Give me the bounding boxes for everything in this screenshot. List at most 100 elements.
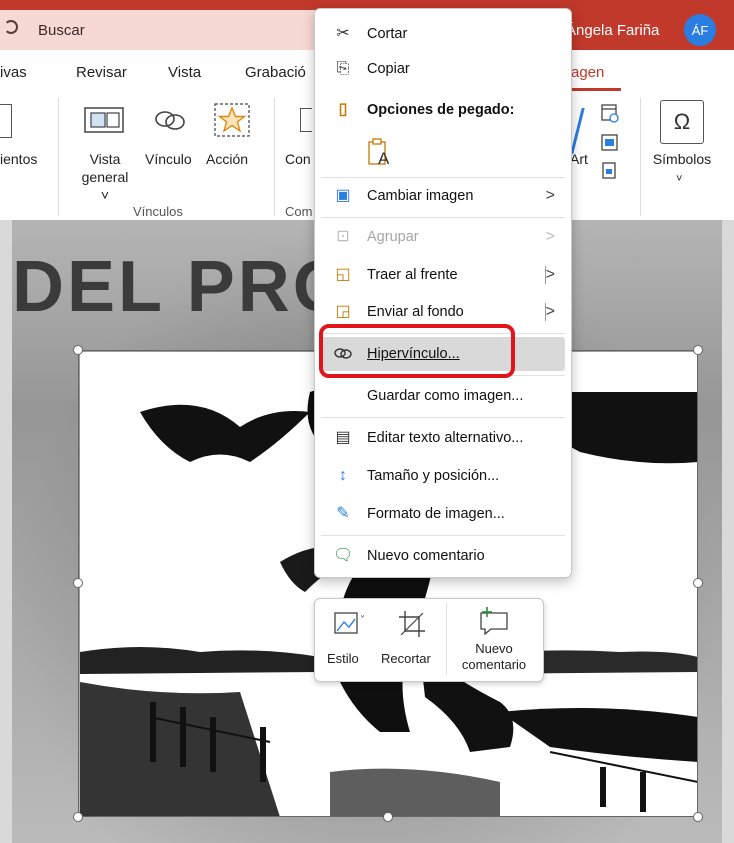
menu-item-label: Opciones de pegado: <box>367 102 515 118</box>
resize-handle-bottom-right[interactable] <box>693 812 703 822</box>
btn-comentarios-label[interactable]: ientos <box>0 150 37 168</box>
menu-item-formato-imagen[interactable]: ✎ Formato de imagen... <box>321 497 565 531</box>
resize-handle-middle-right[interactable] <box>693 578 703 588</box>
submenu-arrow-icon[interactable]: > <box>546 303 555 321</box>
paste-options-icon: ▯ <box>338 101 348 118</box>
group-separator <box>274 98 275 216</box>
submenu-arrow-icon: > <box>545 187 555 204</box>
highlight-annotation <box>319 324 515 378</box>
tab-formato-imagen[interactable]: agen <box>571 64 604 81</box>
avatar[interactable]: ÁF <box>684 14 716 46</box>
comment-panel-icon <box>0 104 12 138</box>
menu-item-agrupar: ⊡ Agrupar > <box>321 220 565 254</box>
copy-icon: ⎘ <box>336 60 350 77</box>
menu-item-cortar[interactable]: ✂ Cortar <box>321 17 565 51</box>
svg-text:˅: ˅ <box>360 614 365 626</box>
submenu-arrow-icon: > <box>545 228 555 245</box>
btn-accion[interactable]: Acción <box>206 150 248 168</box>
new-comment-icon: 🗨 <box>333 547 354 564</box>
user-name[interactable]: Ángela Fariña <box>566 10 659 50</box>
btn-wordart-partial[interactable]: Art <box>570 150 588 168</box>
group-separator <box>640 98 641 216</box>
menu-item-opciones-pegado: ▯ Opciones de pegado: <box>321 93 565 127</box>
object-icon <box>602 162 616 179</box>
crop-icon <box>399 611 425 637</box>
search-box[interactable]: Buscar <box>0 10 320 50</box>
resize-handle-top-right[interactable] <box>693 345 703 355</box>
simbolos-dropdown-chevron[interactable]: ˅ <box>676 170 682 188</box>
menu-item-copiar[interactable]: ⎘ Copiar <box>321 52 565 86</box>
btn-vista-general-line1: Vista <box>89 151 121 167</box>
nuevo-comentario-label: Nuevo comentario <box>451 641 537 673</box>
toolbar-separator <box>446 603 447 675</box>
size-position-icon: ↕ <box>339 467 347 484</box>
menu-item-label: Guardar como imagen... <box>367 388 524 404</box>
nuevo-comentario-line1: Nuevo <box>475 641 513 656</box>
menu-item-tamano-posicion[interactable]: ↕ Tamaño y posición... <box>321 459 565 493</box>
tab-transiciones-partial[interactable]: ivas <box>0 64 27 81</box>
search-icon <box>4 20 18 34</box>
menu-item-label: Cambiar imagen <box>367 188 474 204</box>
submenu-arrow-icon[interactable]: > <box>546 266 555 284</box>
menu-item-label: Agrupar <box>367 229 419 245</box>
tab-grabacion[interactable]: Grabació <box>245 64 306 81</box>
paste-text-letter: A <box>378 149 390 168</box>
alt-text-icon: ▤ <box>335 429 351 446</box>
estilo-button[interactable]: ˅ Estilo <box>321 603 381 677</box>
send-back-icon: ◲ <box>335 303 351 320</box>
menu-separator <box>321 177 565 178</box>
slide-title-text[interactable]: DEL PRO <box>12 246 352 328</box>
estilo-label: Estilo <box>327 651 359 666</box>
btn-vista-general-line2: general ˅ <box>81 169 129 203</box>
menu-separator <box>321 217 565 218</box>
menu-item-label: Cortar <box>367 26 408 42</box>
recortar-button[interactable]: Recortar <box>381 603 441 677</box>
group-comentarios-label: Com <box>285 204 313 219</box>
menu-separator <box>321 535 565 536</box>
tab-revisar[interactable]: Revisar <box>76 64 127 81</box>
recortar-label: Recortar <box>381 651 431 666</box>
btn-vista-general[interactable]: Vista general ˅ <box>76 150 134 204</box>
nuevo-comentario-button[interactable]: Nuevo comentario <box>451 603 537 677</box>
change-image-icon: ▣ <box>335 187 351 204</box>
picture-style-icon: ˅ <box>334 612 365 634</box>
comment-icon-partial <box>300 108 312 132</box>
mini-toolbar: ˅ Estilo Recortar Nuevo comentario <box>314 598 544 682</box>
menu-item-label: Copiar <box>367 61 410 77</box>
resize-handle-middle-left[interactable] <box>73 578 83 588</box>
menu-item-label: Enviar al fondo <box>367 304 464 320</box>
date-time-icon <box>601 104 619 123</box>
paste-keep-text-only-button[interactable]: A <box>367 137 395 169</box>
group-icon: ⊡ <box>336 228 350 245</box>
new-comment-icon <box>480 607 508 635</box>
menu-item-editar-texto-alternativo[interactable]: ▤ Editar texto alternativo... <box>321 421 565 455</box>
zoom-summary-icon <box>84 107 124 133</box>
action-star-icon <box>214 103 250 137</box>
menu-item-guardar-como-imagen[interactable]: Guardar como imagen... <box>321 379 565 413</box>
context-menu: ✂ Cortar ⎘ Copiar ▯ Opciones de pegado: … <box>314 8 572 578</box>
search-label: Buscar <box>38 21 85 39</box>
wordart-icon <box>570 108 585 154</box>
scissors-icon: ✂ <box>336 25 350 42</box>
link-icon <box>155 111 185 130</box>
menu-item-cambiar-imagen[interactable]: ▣ Cambiar imagen > <box>321 179 565 213</box>
group-separator <box>58 98 59 216</box>
resize-handle-bottom-left[interactable] <box>73 812 83 822</box>
menu-item-traer-al-frente[interactable]: ◱ Traer al frente > <box>321 258 565 292</box>
menu-item-label: Traer al frente <box>367 267 458 283</box>
menu-item-label: Tamaño y posición... <box>367 468 500 484</box>
menu-separator <box>321 417 565 418</box>
menu-item-label: Nuevo comentario <box>367 548 485 564</box>
resize-handle-bottom-center[interactable] <box>383 812 393 822</box>
symbols-omega-icon[interactable]: Ω <box>660 100 704 144</box>
btn-comentario-partial[interactable]: Con <box>285 150 311 168</box>
nuevo-comentario-line2: comentario <box>461 657 527 672</box>
btn-simbolos[interactable]: Símbolos <box>650 150 714 168</box>
tab-vista[interactable]: Vista <box>168 64 201 81</box>
menu-item-label: Editar texto alternativo... <box>367 430 524 446</box>
menu-item-nuevo-comentario[interactable]: 🗨 Nuevo comentario <box>321 539 565 573</box>
btn-vinculo[interactable]: Vínculo <box>145 150 192 168</box>
group-vinculos-label: Vínculos <box>133 204 183 219</box>
slide-number-icon <box>601 134 618 151</box>
resize-handle-top-left[interactable] <box>73 345 83 355</box>
